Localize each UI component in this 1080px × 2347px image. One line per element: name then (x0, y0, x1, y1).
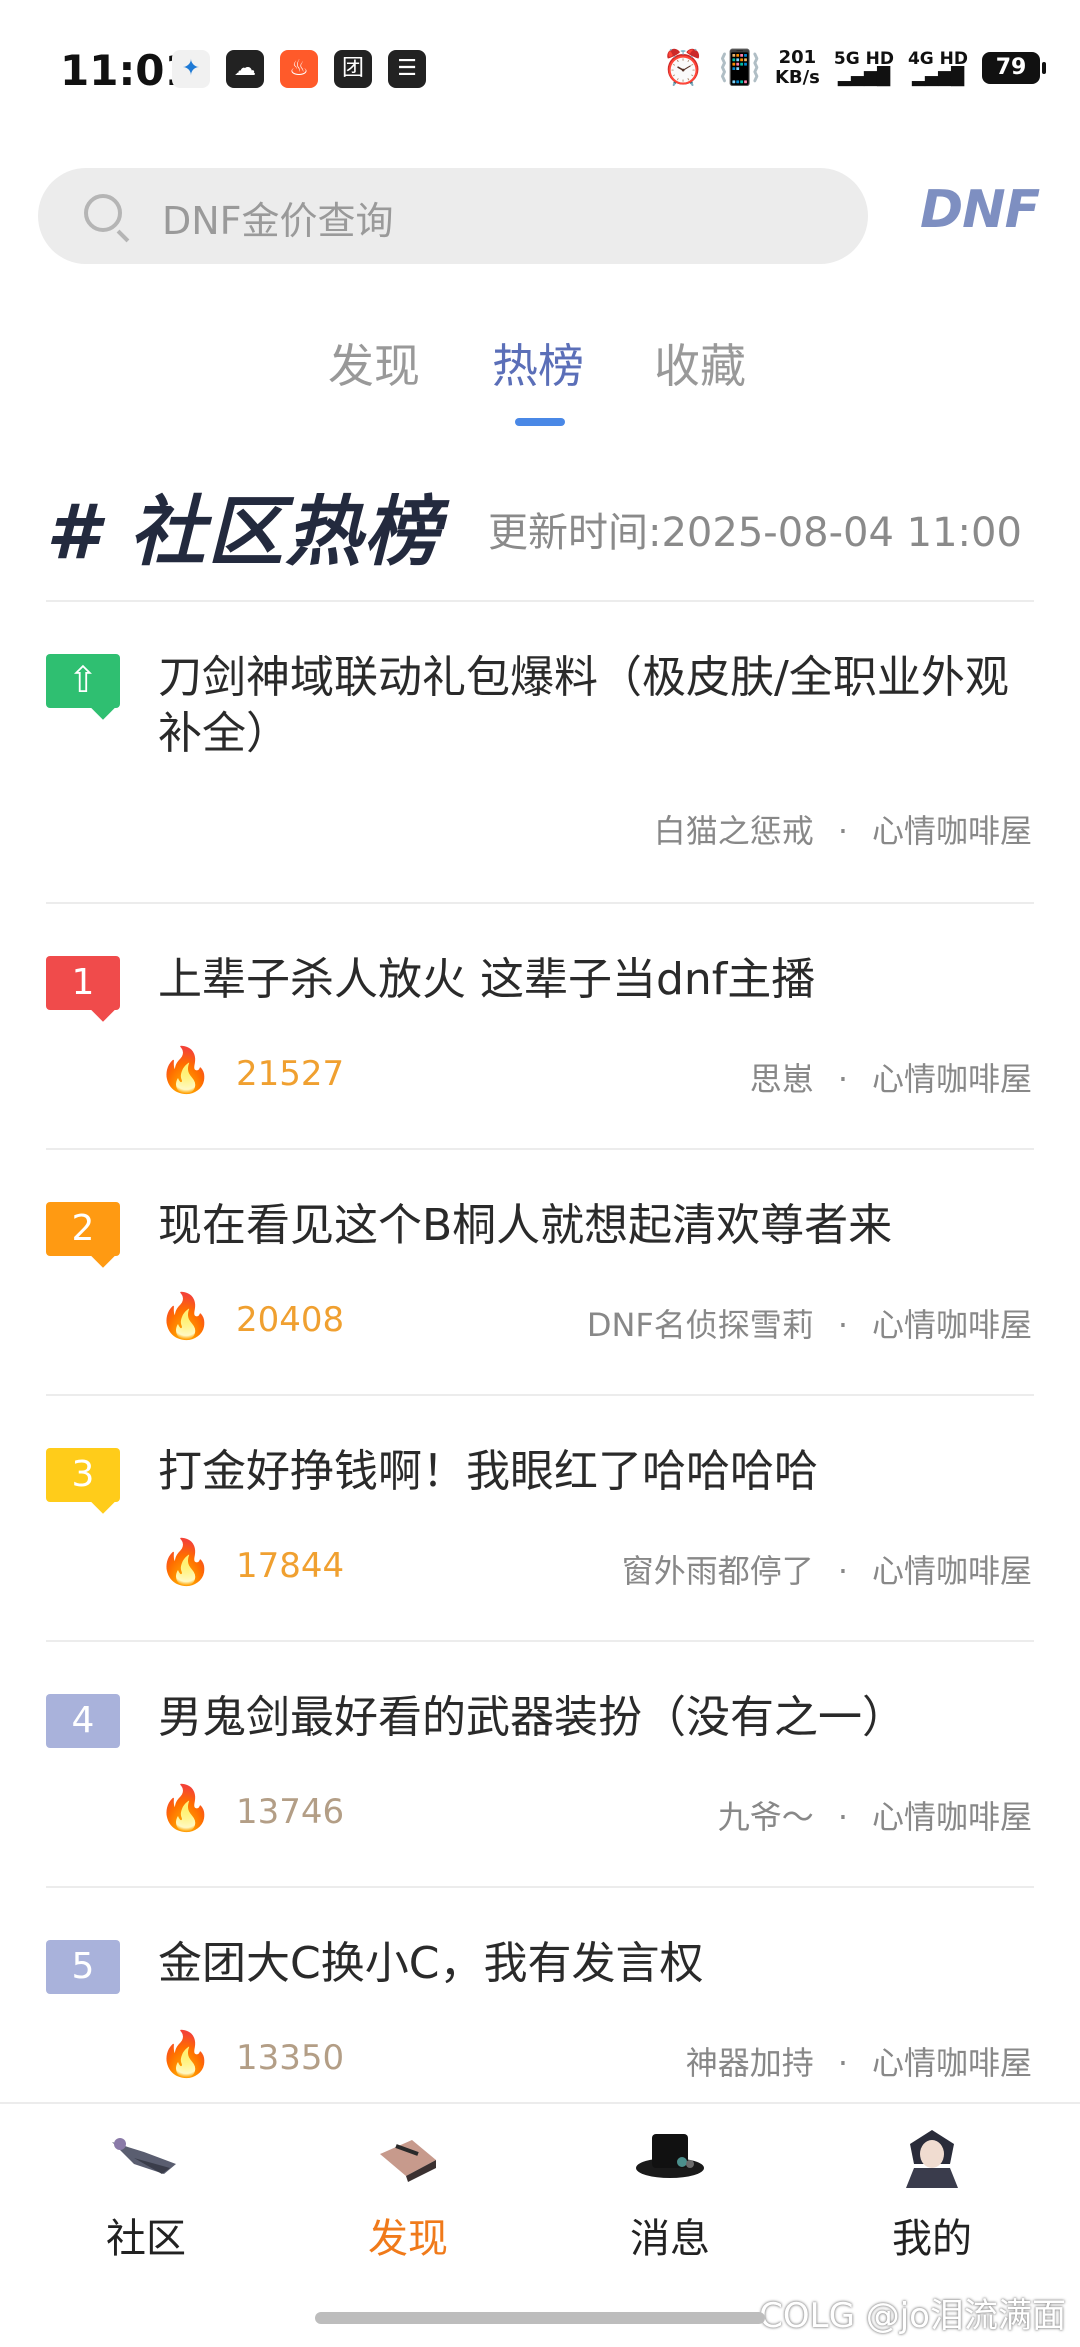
orange-app-icon: ♨ (280, 50, 318, 88)
flame-icon: 🔥 (158, 1783, 213, 1834)
hot-list-item[interactable]: 2 现在看见这个B桐人就想起清欢尊者来 🔥 20408 DNF名侦探雪莉 · 心情咖… (0, 1148, 1080, 1394)
signal-4g: 4G HD ▂▄▆█ (907, 49, 968, 87)
rank-badge: 4 (46, 1694, 120, 1748)
nav-community[interactable]: 社区 (46, 2124, 246, 2264)
separator-dot: · (837, 1306, 848, 1344)
item-author[interactable]: 白猫之惩戒 (654, 812, 814, 850)
item-meta: 窗外雨都停了 · 心情咖啡屋 (622, 1546, 1032, 1592)
community-icon (112, 2138, 176, 2174)
cloud-app-icon: ☁ (226, 50, 264, 88)
tuan-app-icon: 团 (334, 50, 372, 88)
nav-messages[interactable]: 消息 (570, 2124, 770, 2264)
separator-dot: · (837, 1798, 848, 1836)
network-speed: 201 KB/s (774, 47, 820, 88)
item-meta: 九爷～ · 心情咖啡屋 (718, 1792, 1032, 1838)
item-board[interactable]: 心情咖啡屋 (872, 812, 1032, 850)
nav-profile[interactable]: 我的 (832, 2124, 1032, 2264)
search-placeholder: DNF金价查询 (162, 199, 394, 243)
flame-icon: 🔥 (158, 1045, 213, 1096)
signal-5g: 5G HD ▂▄▆█ (833, 49, 894, 87)
item-author[interactable]: DNF名侦探雪莉 (587, 1306, 814, 1344)
item-title[interactable]: 打金好挣钱啊！我眼红了哈哈哈哈 (158, 1444, 1028, 1500)
flame-icon: 🔥 (158, 1291, 213, 1342)
game-logo[interactable]: DNF (920, 180, 1040, 240)
separator-dot: · (837, 1552, 848, 1590)
tab-favorites[interactable]: 收藏 (654, 330, 746, 396)
item-title[interactable]: 上辈子杀人放火 这辈子当dnf主播 (158, 952, 1028, 1008)
hot-list-item[interactable]: 4 男鬼剑最好看的武器装扮（没有之一） 🔥 13746 九爷～ · 心情咖啡屋 (0, 1640, 1080, 1886)
separator-dot: · (837, 1060, 848, 1098)
heat-count: 21527 (236, 1054, 345, 1094)
item-board[interactable]: 心情咖啡屋 (872, 1798, 1032, 1836)
nav-label: 社区 (106, 2216, 186, 2262)
item-board[interactable]: 心情咖啡屋 (872, 1552, 1032, 1590)
tab-discover[interactable]: 发现 (328, 330, 420, 396)
item-author[interactable]: 神器加持 (686, 2044, 814, 2082)
heat-count: 13350 (236, 2038, 345, 2078)
item-author[interactable]: 九爷～ (718, 1798, 814, 1836)
item-meta: 神器加持 · 心情咖啡屋 (686, 2038, 1032, 2084)
hot-list-item[interactable]: 1 上辈子杀人放火 这辈子当dnf主播 🔥 21527 思崽 · 心情咖啡屋 (0, 902, 1080, 1148)
item-author[interactable]: 窗外雨都停了 (622, 1552, 814, 1590)
vibrate-icon: 📳 (718, 48, 761, 88)
top-tabs: 发现 热榜 收藏 (0, 330, 1080, 430)
hot-list-item[interactable]: 5 金团大C换小C，我有发言权 🔥 13350 神器加持 · 心情咖啡屋 (0, 1886, 1080, 2102)
item-board[interactable]: 心情咖啡屋 (872, 1060, 1032, 1098)
update-time: 更新时间:2025-08-04 11:00 (488, 510, 1022, 556)
tab-hot[interactable]: 热榜 (492, 330, 584, 396)
discover-icon (380, 2140, 436, 2182)
message-icon (636, 2134, 704, 2178)
signal-bars-icon: ▂▄▆█ (837, 67, 891, 87)
signal-bars-icon: ▂▄▆█ (911, 67, 965, 87)
hot-list-item[interactable]: 3 打金好挣钱啊！我眼红了哈哈哈哈 🔥 17844 窗外雨都停了 · 心情咖啡屋 (0, 1394, 1080, 1640)
nav-discover[interactable]: 发现 (308, 2124, 508, 2264)
nav-label: 我的 (892, 2216, 972, 2262)
item-title[interactable]: 刀剑神域联动礼包爆料（极皮肤/全职业外观补全） (158, 650, 1028, 762)
watermark: COLG @jo泪流满面 (759, 2296, 1066, 2336)
flame-icon: 🔥 (158, 2029, 213, 2080)
hot-list-item[interactable]: ⇧ 刀剑神域联动礼包爆料（极皮肤/全职业外观补全） 白猫之惩戒 · 心情咖啡屋 (0, 600, 1080, 902)
home-indicator[interactable] (315, 2312, 765, 2324)
item-title[interactable]: 金团大C换小C，我有发言权 (158, 1936, 1028, 1992)
heat-count: 17844 (236, 1546, 345, 1586)
search-icon (84, 194, 122, 232)
item-meta: 思崽 · 心情咖啡屋 (750, 1054, 1032, 1100)
nav-label: 发现 (368, 2216, 448, 2262)
heat-count: 13746 (236, 1792, 345, 1832)
item-board[interactable]: 心情咖啡屋 (872, 2044, 1032, 2082)
planet-app-icon: ✦ (172, 50, 210, 88)
heat-count: 20408 (236, 1300, 345, 1340)
separator-dot: · (837, 2044, 848, 2082)
nav-label: 消息 (630, 2216, 710, 2262)
separator-dot: · (837, 812, 848, 850)
item-board[interactable]: 心情咖啡屋 (872, 1306, 1032, 1344)
status-bar: 11:01 ✦ ☁ ♨ 团 ☰ ⏰ 📳 201 KB/s 5G HD ▂▄▆█ … (0, 0, 1080, 140)
hot-list-title: # 社区热榜 (46, 487, 442, 576)
active-tab-indicator (515, 418, 565, 426)
profile-icon (906, 2130, 958, 2188)
item-meta: 白猫之惩戒 · 心情咖啡屋 (654, 806, 1032, 852)
alarm-icon: ⏰ (662, 48, 705, 88)
item-meta: DNF名侦探雪莉 · 心情咖啡屋 (587, 1300, 1032, 1346)
wallet-app-icon: ☰ (388, 50, 426, 88)
notification-icons: ✦ ☁ ♨ 团 ☰ (172, 50, 426, 88)
pin-top-icon: ⇧ (67, 660, 99, 701)
rank-badge: 5 (46, 1940, 120, 1994)
battery-icon: 79 (982, 52, 1046, 84)
search-bar[interactable]: DNF金价查询 (38, 168, 868, 264)
item-author[interactable]: 思崽 (750, 1060, 814, 1098)
item-title[interactable]: 现在看见这个B桐人就想起清欢尊者来 (158, 1198, 1028, 1254)
item-title[interactable]: 男鬼剑最好看的武器装扮（没有之一） (158, 1690, 1028, 1746)
flame-icon: 🔥 (158, 1537, 213, 1588)
status-right: ⏰ 📳 201 KB/s 5G HD ▂▄▆█ 4G HD ▂▄▆█ 79 (662, 47, 1046, 88)
